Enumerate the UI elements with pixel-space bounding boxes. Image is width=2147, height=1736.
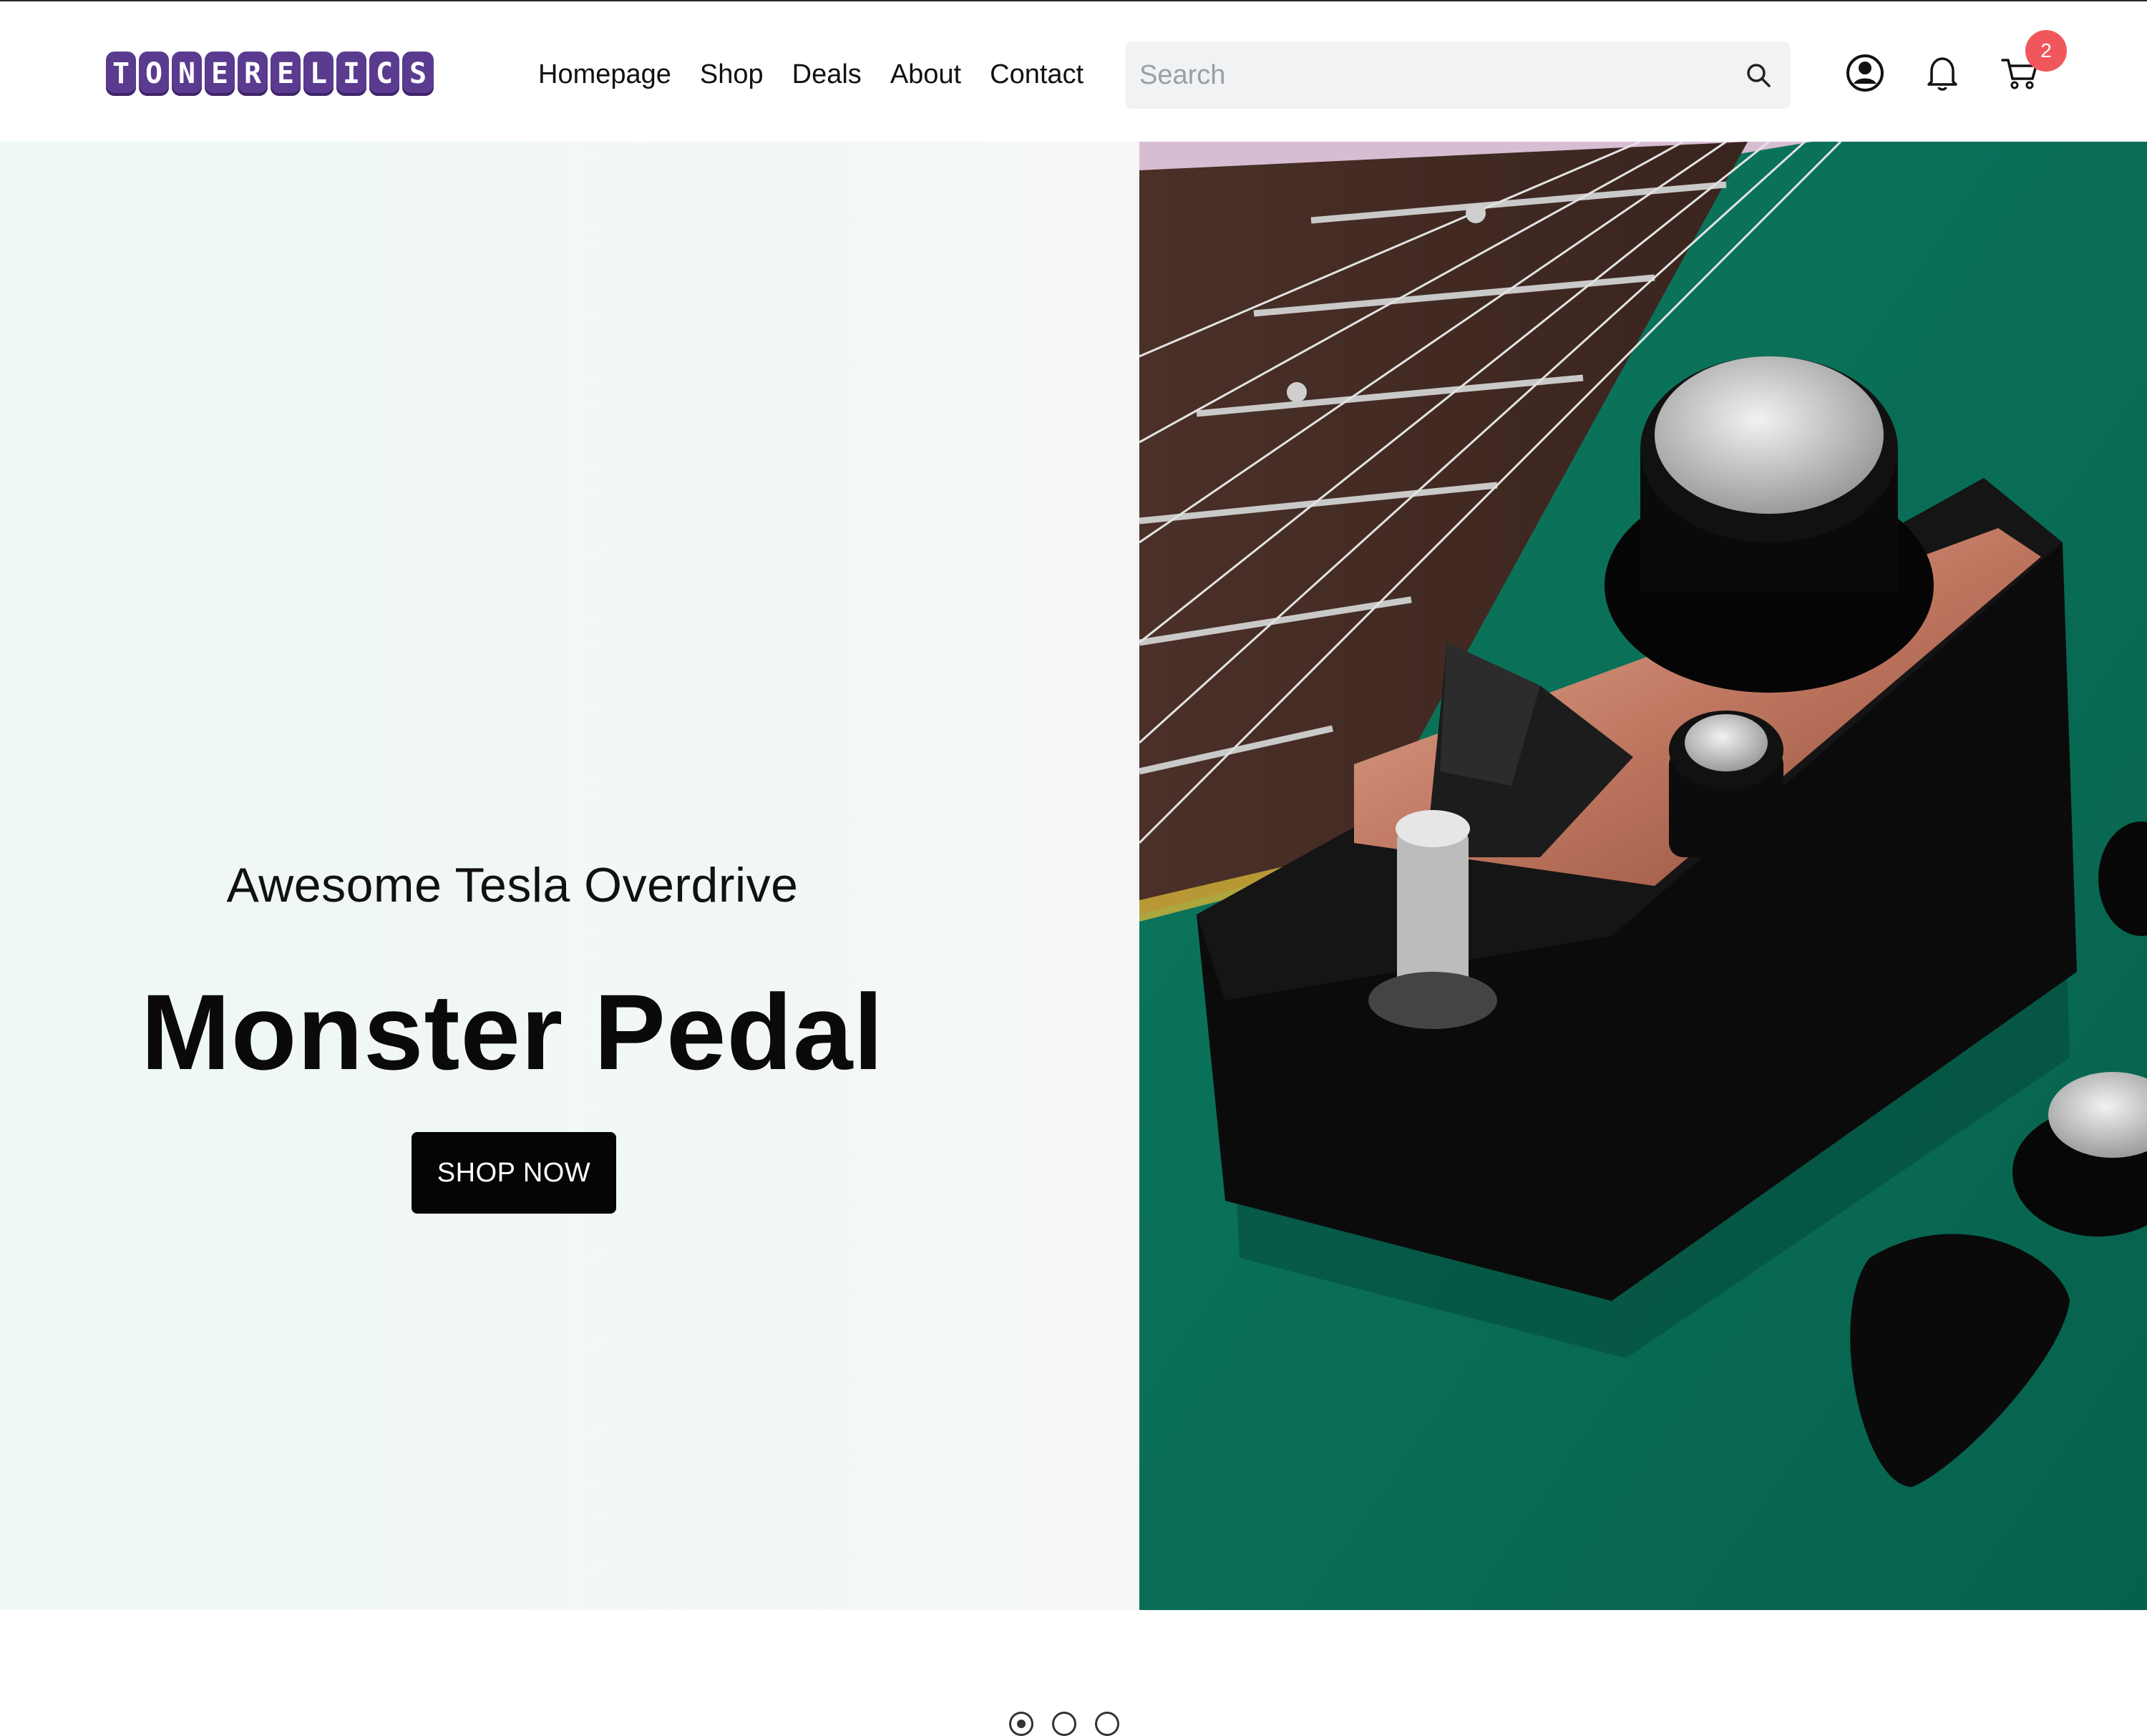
logo-letter: I: [336, 52, 366, 96]
logo-letter: N: [172, 52, 202, 96]
logo[interactable]: T O N E R E L I C S: [106, 52, 442, 96]
nav-about[interactable]: About: [890, 56, 961, 93]
nav-homepage[interactable]: Homepage: [538, 56, 671, 93]
nav-shop[interactable]: Shop: [700, 56, 764, 93]
search-bar: [1125, 42, 1791, 109]
logo-letter: E: [271, 52, 301, 96]
bell-icon[interactable]: [1921, 52, 1964, 94]
logo-letter: C: [369, 52, 399, 96]
logo-letter: S: [402, 52, 434, 96]
shop-now-button[interactable]: SHOP NOW: [412, 1132, 616, 1214]
pedal-photo: [1139, 142, 2147, 1610]
hero-headline: Monster Pedal: [140, 972, 885, 1092]
user-icon[interactable]: [1844, 52, 1886, 94]
slider-dots: [1009, 1712, 1119, 1736]
slider-dot-3[interactable]: [1095, 1712, 1119, 1736]
cart-count-badge: 2: [2025, 30, 2067, 72]
site-header: T O N E R E L I C S Homepage Shop Deals …: [0, 1, 2147, 142]
slider-dot-1[interactable]: [1009, 1712, 1033, 1736]
nav-deals[interactable]: Deals: [792, 56, 862, 93]
logo-letter: T: [106, 52, 136, 96]
hero-product-image: [1139, 142, 2147, 1610]
slider-dot-2[interactable]: [1052, 1712, 1076, 1736]
logo-letter: L: [303, 52, 334, 96]
main-nav: Homepage Shop Deals About Contact: [538, 56, 1112, 93]
search-input[interactable]: [1139, 42, 1726, 109]
logo-letter: O: [139, 52, 169, 96]
nav-contact[interactable]: Contact: [990, 56, 1084, 93]
hero-panel: Awesome Tesla Overdrive Monster Pedal SH…: [0, 142, 1139, 1736]
logo-letter: E: [205, 52, 235, 96]
search-icon[interactable]: [1743, 60, 1773, 90]
hero-kicker: Awesome Tesla Overdrive: [226, 858, 799, 912]
logo-letter: R: [238, 52, 268, 96]
